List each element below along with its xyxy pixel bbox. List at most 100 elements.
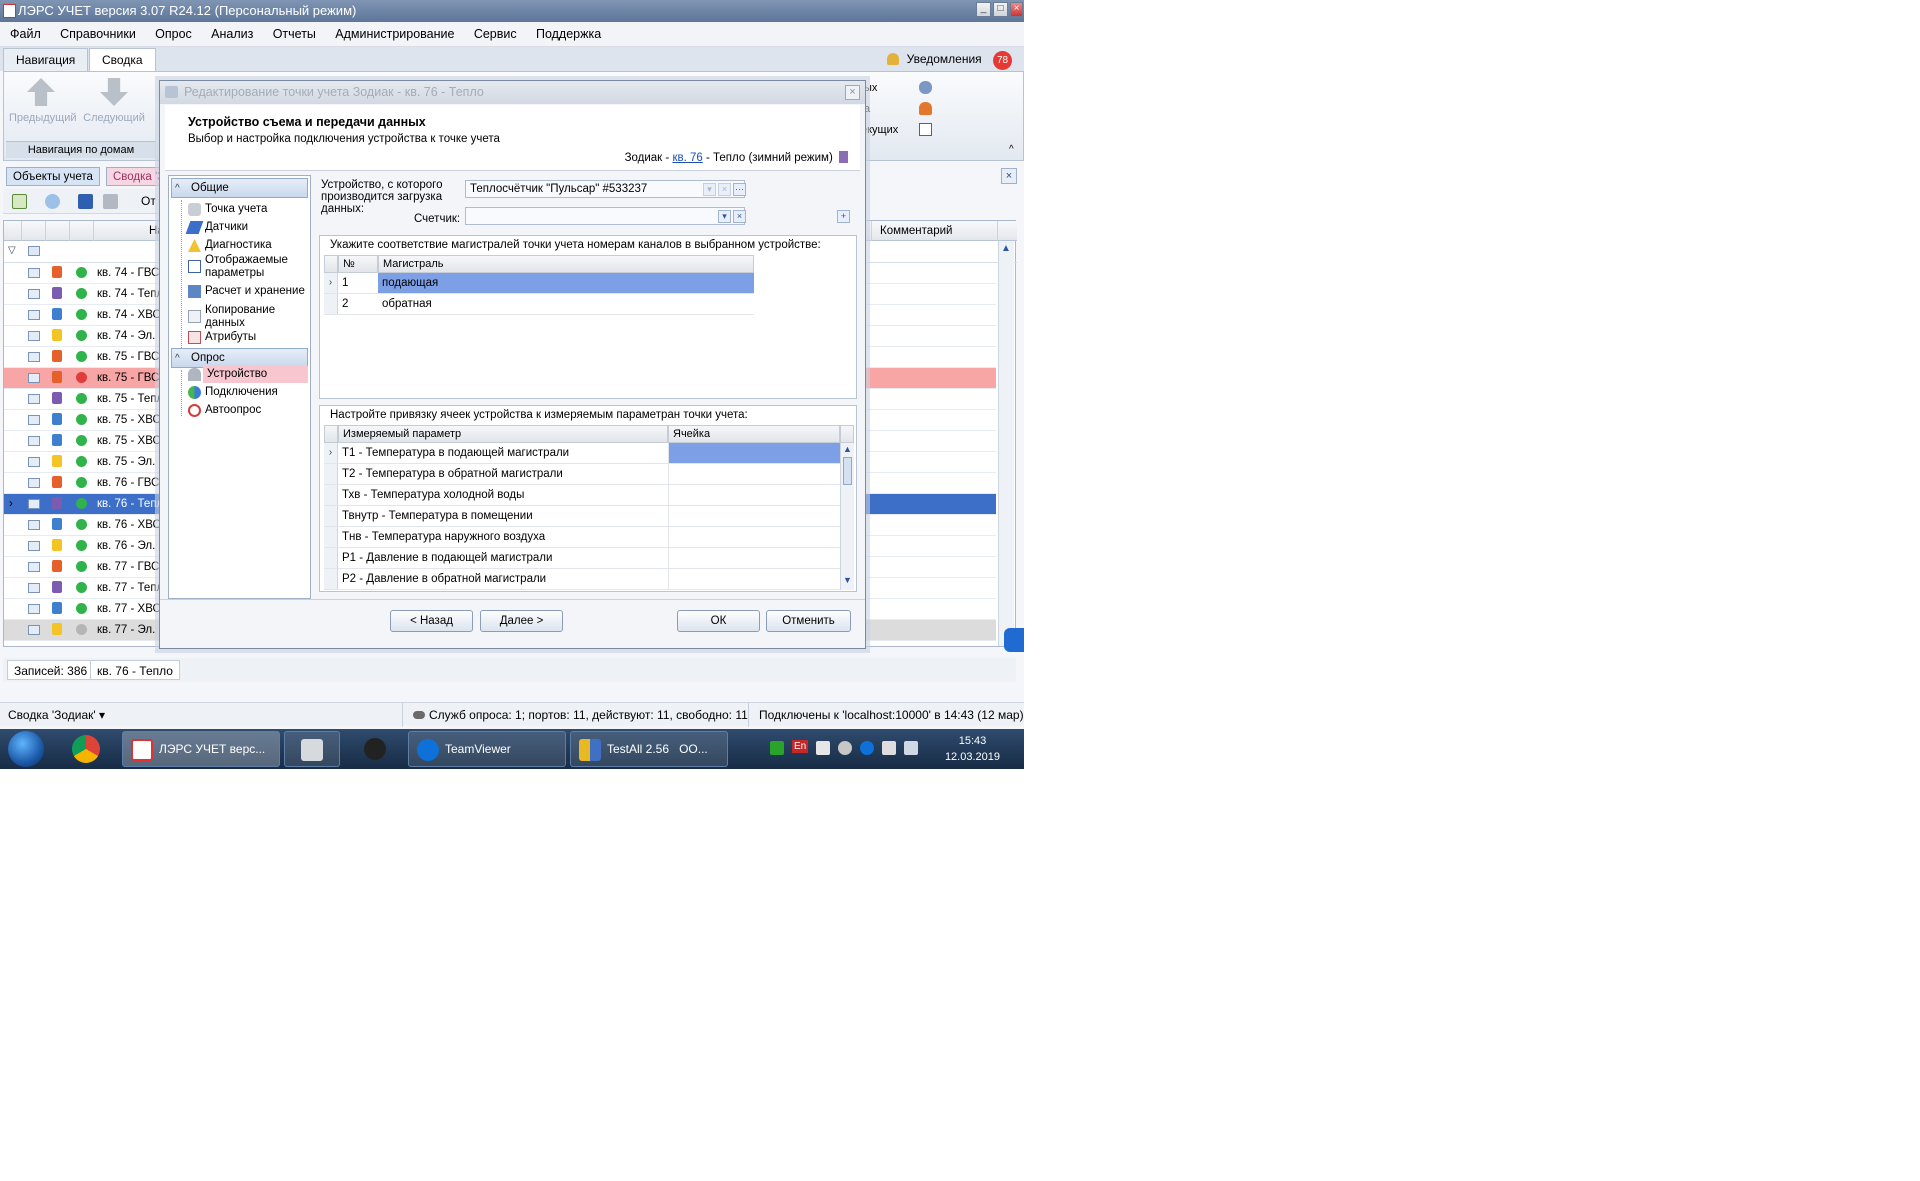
taskbar-testall[interactable]: TestAll 2.56 ОО... [570,731,728,767]
taskbar-recorder[interactable] [352,731,402,767]
nav-item-diagnostics[interactable]: Диагностика [205,239,310,252]
database-icon[interactable] [919,81,932,94]
cell-binding-row[interactable]: Тхв - Температура холодной воды [324,485,840,506]
maximize-button[interactable]: □ [993,2,1008,17]
ribbon-item-1[interactable]: ых [864,82,877,94]
cancel-button[interactable]: Отменить [766,610,851,632]
device-clear-icon[interactable]: × [718,183,731,196]
row-checkbox[interactable] [28,604,40,614]
start-button[interactable] [8,731,44,767]
nav-item-device[interactable]: Устройство [203,366,308,383]
collapse-ribbon-icon[interactable]: ^ [1009,144,1014,155]
cell-binding-row[interactable]: › T1 - Температура в подающей магистрали [324,443,840,464]
nav-item-calc-storage[interactable]: Расчет и хранение [205,285,310,298]
tray-network-icon[interactable] [904,741,918,755]
refresh-icon[interactable] [45,194,60,209]
nav-group-poll[interactable]: Опрос [171,348,308,368]
channel-row[interactable]: › 1 подающая [324,273,754,294]
checklist-icon[interactable] [919,123,932,136]
breadcrumb-link[interactable]: кв. 76 [672,152,702,164]
row-checkbox[interactable] [28,478,40,488]
menu-reports[interactable]: Отчеты [265,22,324,46]
channel-row[interactable]: 2 обратная [324,294,754,315]
ribbon-item-3[interactable]: екущих [861,124,898,136]
row-checkbox[interactable] [28,415,40,425]
tab-navigation[interactable]: Навигация [3,48,89,71]
cells-col-cell[interactable]: Ячейка [668,425,840,443]
taskbar-teamviewer[interactable]: TeamViewer [408,731,566,767]
tray-update-icon[interactable] [770,741,784,755]
teamviewer-side-icon[interactable] [1004,628,1024,652]
edit-icon[interactable] [12,194,27,209]
tray-device-icon[interactable] [816,741,830,755]
row-checkbox[interactable] [28,394,40,404]
next-button[interactable]: Далее > [480,610,563,632]
next-house-button[interactable]: Следующий [82,78,146,124]
nav-item-point[interactable]: Точка учета [205,203,310,216]
row-checkbox[interactable] [28,457,40,467]
channel-main[interactable]: подающая [378,273,754,293]
row-checkbox[interactable] [28,352,40,362]
cell-binding-row[interactable]: Тнв - Температура наружного воздуха [324,527,840,548]
nav-item-sensors[interactable]: Датчики [205,221,310,234]
device-browse-icon[interactable]: ··· [733,183,746,196]
row-checkbox[interactable] [28,520,40,530]
row-checkbox[interactable] [28,373,40,383]
cell-binding-row[interactable]: P2 - Давление в обратной магистрали [324,569,840,590]
row-checkbox[interactable] [28,499,40,509]
close-doc-icon[interactable]: × [1001,168,1017,184]
grid-col-check[interactable] [22,221,46,241]
row-checkbox[interactable] [28,541,40,551]
taskbar-lers[interactable]: ЛЭРС УЧЕТ верс... [122,731,280,767]
grid-col-name[interactable]: На [94,221,164,241]
menu-references[interactable]: Справочники [52,22,144,46]
cell-binding-row[interactable]: T2 - Температура в обратной магистрали [324,464,840,485]
cell-selector[interactable] [668,527,840,547]
report-button[interactable]: От [141,194,156,208]
tray-volume-icon[interactable] [838,741,852,755]
tray-teamviewer-icon[interactable] [860,741,874,755]
nav-item-displayed-params[interactable]: Отображаемые параметры [205,254,310,280]
cells-scroll-thumb[interactable] [843,457,852,485]
tab-objects[interactable]: Объекты учета [6,167,100,186]
ok-button[interactable]: ОК [677,610,760,632]
grid-col-type[interactable] [46,221,70,241]
cell-selector[interactable] [668,485,840,505]
row-checkbox[interactable] [28,436,40,446]
save-icon[interactable] [78,194,93,209]
tab-summary[interactable]: Сводка [89,48,156,71]
nav-item-copy-data[interactable]: Копирование данных [205,304,310,330]
scroll-up-icon[interactable]: ▲ [1001,243,1011,254]
summary-dropdown[interactable]: Сводка 'Зодиак' ▾ [8,703,105,727]
cell-binding-row[interactable]: Твнутр - Температура в помещении [324,506,840,527]
device-dropdown-icon[interactable]: ▾ [703,183,716,196]
row-checkbox[interactable] [28,625,40,635]
filter-icon[interactable]: ▽ [8,245,16,256]
cells-scroll-up-icon[interactable]: ▲ [843,444,852,454]
row-checkbox[interactable] [28,310,40,320]
menu-administration[interactable]: Администрирование [327,22,462,46]
nav-group-general[interactable]: Общие [171,178,308,198]
flame-icon[interactable] [919,102,932,115]
channel-main[interactable]: обратная [378,294,754,314]
grid-scrollbar[interactable]: ▲ [998,241,1014,646]
row-checkbox[interactable] [28,331,40,341]
menu-file[interactable]: Файл [0,22,49,46]
clock[interactable]: 15:43 12.03.2019 [945,733,1000,765]
nav-item-autopoll[interactable]: Автоопрос [205,404,310,417]
cell-binding-row[interactable]: P1 - Давление в подающей магистрали [324,548,840,569]
language-indicator[interactable]: En [792,740,809,753]
tray-flag-icon[interactable] [882,741,896,755]
taskbar-tool[interactable] [284,731,340,767]
minimize-button[interactable]: _ [976,2,991,17]
counter-combo[interactable]: ▾ × [465,207,746,225]
notifications-button[interactable]: Уведомления 78 [887,49,1012,70]
menu-poll[interactable]: Опрос [147,22,200,46]
menu-support[interactable]: Поддержка [528,22,609,46]
back-button[interactable]: < Назад [390,610,473,632]
row-checkbox[interactable] [28,583,40,593]
close-window-button[interactable]: × [1010,2,1023,17]
dialog-close-button[interactable]: × [845,85,860,100]
cell-selector[interactable] [668,506,840,526]
row-checkbox[interactable] [28,268,40,278]
